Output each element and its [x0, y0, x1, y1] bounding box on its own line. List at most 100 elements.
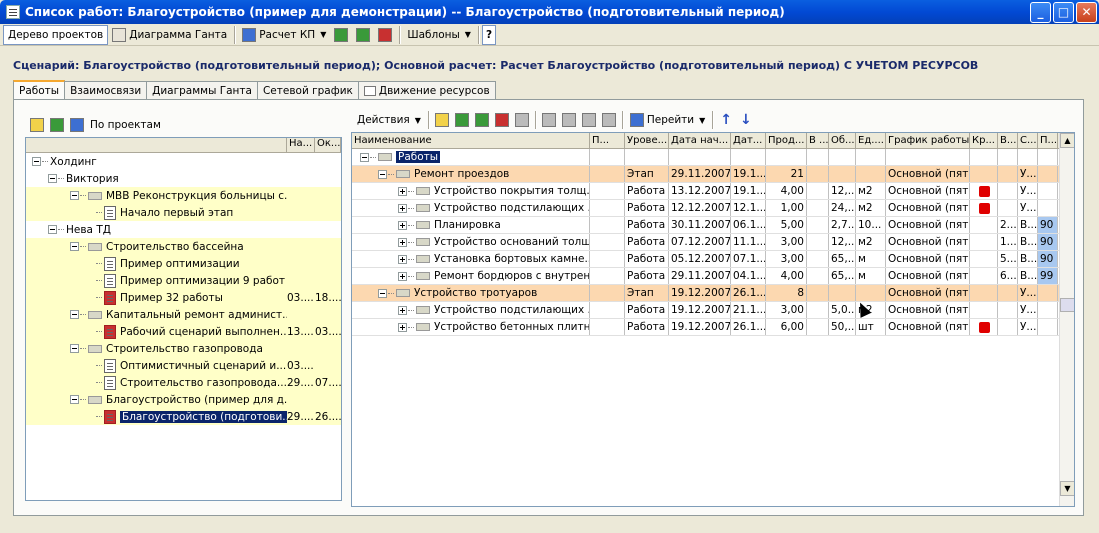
minimize-button[interactable]: _ [1030, 1, 1051, 23]
tree-item[interactable]: МВВ Реконструкция больницы с... [26, 187, 341, 204]
grid-col-header[interactable]: Урове... [625, 133, 669, 148]
tree-item[interactable]: Благоустройство (пример для д... [26, 391, 341, 408]
table-row[interactable]: Планировка Работа 30.11.2007 06.1... 5,00 2,7… [352, 217, 1074, 234]
table-row[interactable]: Работы [352, 149, 1074, 166]
tab-links[interactable]: Взаимосвязи [64, 81, 148, 100]
collapse-icon[interactable] [48, 174, 57, 183]
delete-icon[interactable] [494, 113, 509, 127]
grid-col-header[interactable]: В... [998, 133, 1018, 148]
network-button[interactable] [374, 25, 396, 45]
tree-item[interactable]: Строительство газопровода... 29.... 07.... [26, 374, 341, 391]
help-button[interactable]: ? [481, 24, 497, 45]
project-tree-button[interactable]: Дерево проектов [3, 24, 109, 45]
expand-icon[interactable] [398, 203, 407, 213]
vertical-scrollbar[interactable]: ▲ ▼ [1059, 133, 1074, 506]
table-row[interactable]: Ремонт проездов Этап 29.11.2007 19.1... 21 Ос… [352, 166, 1074, 183]
collapse-icon[interactable] [48, 225, 57, 234]
tree-col-end[interactable]: Ок... [315, 138, 341, 152]
table-row[interactable]: Ремонт бордюров с внутрен... Работа 29.11.… [352, 268, 1074, 285]
collapse-icon[interactable] [70, 344, 79, 353]
grid-col-header[interactable]: Кр... [970, 133, 998, 148]
expand-icon[interactable] [398, 305, 407, 315]
by-projects-label[interactable]: По проектам [90, 119, 161, 131]
tree-item[interactable]: Капитальный ремонт админист... [26, 306, 341, 323]
collapse-icon[interactable] [378, 288, 387, 298]
collapse-icon[interactable] [360, 152, 369, 162]
tree-item[interactable]: Пример оптимизации [26, 255, 341, 272]
expand-icon[interactable] [398, 322, 407, 332]
grid-col-header[interactable]: П... [590, 133, 625, 148]
collapse-icon[interactable] [70, 191, 79, 200]
table-row[interactable]: Устройство подстилающих ... Работа 19.12.2… [352, 302, 1074, 319]
scroll-thumb[interactable] [1060, 298, 1074, 312]
maximize-button[interactable]: □ [1053, 1, 1074, 23]
tree-item[interactable]: Пример оптимизации 9 работ [26, 272, 341, 289]
table-row[interactable]: Устройство оснований толщ... Работа 07.12.… [352, 234, 1074, 251]
grid-col-header[interactable]: Прод... [766, 133, 807, 148]
tree-item[interactable]: Начало первый этап [26, 204, 341, 221]
grid-col-header[interactable]: Об... [829, 133, 856, 148]
grid-col-header[interactable]: П... [1038, 133, 1058, 148]
expand-icon[interactable] [398, 271, 407, 281]
add-icon[interactable] [50, 118, 64, 132]
expand-icon[interactable] [398, 220, 407, 230]
tab-works[interactable]: Работы [13, 80, 66, 100]
tab-network[interactable]: Сетевой график [256, 81, 359, 100]
tree-item[interactable]: Нева ТД [26, 221, 341, 238]
close-button[interactable]: ✕ [1076, 1, 1097, 23]
tree-item[interactable]: Виктория [26, 170, 341, 187]
filter-icon[interactable] [561, 113, 576, 127]
expand-icon[interactable] [398, 254, 407, 264]
move-up-icon[interactable]: ↑ [720, 112, 732, 128]
tree-item[interactable]: Благоустройство (подготови... 29.... 26...… [26, 408, 341, 425]
table-row[interactable]: Устройство подстилающих ... Работа 12.12.2… [352, 200, 1074, 217]
grid-col-header[interactable]: Дата нач... [669, 133, 731, 148]
tab-gantt[interactable]: Диаграммы Ганта [146, 81, 258, 100]
collapse-icon[interactable] [32, 157, 41, 166]
tab-resources[interactable]: Движение ресурсов [357, 81, 496, 100]
templates-button[interactable]: Шаблоны ▼ [403, 25, 475, 45]
actions-button[interactable]: Действия ▼ [353, 110, 425, 130]
grid-col-header[interactable]: Дат... [731, 133, 766, 148]
grid-col-header[interactable]: В ... [807, 133, 829, 148]
collapse-icon[interactable] [70, 242, 79, 251]
table-row[interactable]: Устройство бетонных плитн... Работа 19.12.… [352, 319, 1074, 336]
copy-icon[interactable] [474, 113, 489, 127]
tree-item[interactable]: Рабочий сценарий выполнен... 13.... 03.... [26, 323, 341, 340]
scroll-up-icon[interactable]: ▲ [1060, 133, 1074, 148]
collapse-icon[interactable] [378, 169, 387, 179]
tree-col-start[interactable]: На... [287, 138, 315, 152]
grid-col-header[interactable]: С... [1018, 133, 1038, 148]
goto-button[interactable]: Перейти ▼ [626, 110, 709, 130]
gantt-button[interactable]: Диаграмма Ганта [108, 25, 231, 45]
folder-open-icon[interactable] [30, 118, 44, 132]
tree-item[interactable]: Строительство бассейна [26, 238, 341, 255]
grid-col-header[interactable]: Наименование [352, 133, 590, 148]
sort-icon[interactable] [541, 113, 556, 127]
tree-item[interactable]: Холдинг [26, 153, 341, 170]
table-row[interactable]: Устройство покрытия толщ... Работа 13.12.2… [352, 183, 1074, 200]
grid-col-header[interactable]: Ед.... [856, 133, 886, 148]
report-green-button[interactable] [330, 25, 352, 45]
collapse-icon[interactable] [70, 310, 79, 319]
move-down-icon[interactable]: ↓ [740, 112, 752, 128]
report-red-button[interactable] [352, 25, 374, 45]
tree-item[interactable]: Пример 32 работы 03.... 18.... [26, 289, 341, 306]
project-tree[interactable]: На... Ок... Холдинг Виктория МВВ Реконстру… [25, 137, 342, 501]
calc-kp-button[interactable]: Расчет КП ▼ [238, 25, 330, 45]
works-grid[interactable]: Наименование П... Урове... Дата нач... Дат..… [351, 132, 1075, 507]
add-row-icon[interactable] [434, 113, 449, 127]
tree-item[interactable]: Оптимистичный сценарий и... 03.... [26, 357, 341, 374]
grid-col-header[interactable]: График работы [886, 133, 970, 148]
clear-filter-icon[interactable] [601, 113, 616, 127]
find-icon[interactable] [514, 113, 529, 127]
scroll-down-icon[interactable]: ▼ [1060, 481, 1074, 496]
collapse-icon[interactable] [70, 395, 79, 404]
expand-icon[interactable] [398, 237, 407, 247]
table-row[interactable]: Устройство тротуаров Этап 19.12.2007 26.1..… [352, 285, 1074, 302]
table-row[interactable]: Установка бортовых камне... Работа 05.12.2… [352, 251, 1074, 268]
filter-dropdown-icon[interactable] [581, 113, 596, 127]
add-child-icon[interactable] [454, 113, 469, 127]
refresh-icon[interactable] [70, 118, 84, 132]
expand-icon[interactable] [398, 186, 407, 196]
